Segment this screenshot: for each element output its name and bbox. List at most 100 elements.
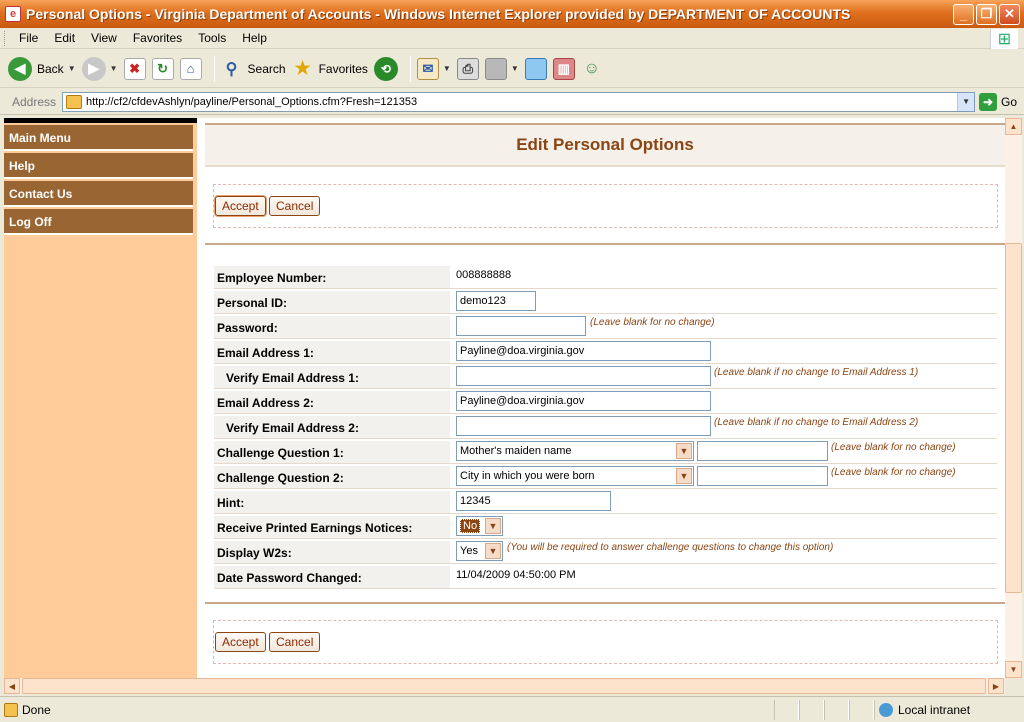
form-row-verify-email2: Verify Email Address 2: (Leave blank if … <box>214 414 997 439</box>
vertical-scrollbar[interactable]: ▲ ▼ <box>1005 118 1022 678</box>
forward-arrow-icon: ▶ <box>81 56 106 81</box>
mail-button[interactable]: ✉ ▼ <box>416 57 451 80</box>
refresh-icon: ↻ <box>151 57 174 80</box>
zone-label: Local intranet <box>898 702 971 717</box>
menu-help[interactable]: Help <box>234 31 275 45</box>
home-button[interactable]: ⌂ <box>179 57 202 80</box>
menu-file[interactable]: File <box>11 31 46 45</box>
accept-button[interactable]: Accept <box>215 196 266 216</box>
challenge2-label: Challenge Question 2: <box>214 466 450 488</box>
maximize-button[interactable]: ❐ <box>976 3 997 25</box>
stop-button[interactable]: ✖ <box>123 57 146 80</box>
status-cell <box>774 699 799 720</box>
title-bar: e Personal Options - Virginia Department… <box>0 0 1024 28</box>
scroll-up-icon[interactable]: ▲ <box>1005 118 1022 135</box>
email1-input[interactable]: Payline@doa.virginia.gov <box>456 341 711 361</box>
vertical-scroll-thumb[interactable] <box>1005 243 1022 593</box>
challenge1-answer-input[interactable] <box>697 441 828 461</box>
verify-email2-input[interactable] <box>456 416 711 436</box>
cancel-button[interactable]: Cancel <box>269 196 321 216</box>
forward-button[interactable]: ▶ ▼ <box>81 56 118 81</box>
window-title: Personal Options - Virginia Department o… <box>26 6 851 22</box>
form-row-challenge1: Challenge Question 1: Mother's maiden na… <box>214 439 997 464</box>
challenge2-answer-input[interactable] <box>697 466 828 486</box>
mail-dropdown-icon[interactable]: ▼ <box>443 64 451 73</box>
challenge2-select[interactable]: City in which you were born ▼ <box>456 466 694 486</box>
sidebar-item-help[interactable]: Help <box>4 153 193 179</box>
password-input[interactable] <box>456 316 586 336</box>
display-w2s-select[interactable]: Yes ▼ <box>456 541 503 561</box>
display-w2s-hint: (You will be required to answer challeng… <box>507 542 834 553</box>
windows-logo-icon: ⊞ <box>990 29 1018 49</box>
address-dropdown-icon[interactable]: ▼ <box>957 92 975 111</box>
challenge2-selected: City in which you were born <box>460 470 595 482</box>
intranet-globe-icon <box>879 702 893 717</box>
page-done-icon <box>4 702 18 717</box>
go-arrow-icon: ➜ <box>979 92 998 111</box>
hint-input[interactable]: 12345 <box>456 491 611 511</box>
forward-dropdown-icon[interactable]: ▼ <box>110 64 118 73</box>
research-icon: ▥ <box>552 57 575 80</box>
email2-label: Email Address 2: <box>214 391 450 413</box>
bottom-button-group: Accept Cancel <box>213 620 998 664</box>
challenge1-select[interactable]: Mother's maiden name ▼ <box>456 441 694 461</box>
history-button[interactable]: ⟲ <box>373 56 398 81</box>
employee-number-label: Employee Number: <box>214 266 450 288</box>
form-row-display-w2s: Display W2s: Yes ▼ (You will be required… <box>214 539 997 564</box>
search-button[interactable]: ⚲ Search <box>221 58 286 80</box>
email2-input[interactable]: Payline@doa.virginia.gov <box>456 391 711 411</box>
page-title: Edit Personal Options <box>516 135 694 154</box>
challenge2-hint: (Leave blank for no change) <box>831 467 956 478</box>
top-button-group: Accept Cancel <box>213 184 998 228</box>
display-w2s-label: Display W2s: <box>214 541 450 563</box>
status-cell <box>849 699 874 720</box>
divider <box>205 243 1005 245</box>
form-row-email1: Email Address 1: Payline@doa.virginia.go… <box>214 339 997 364</box>
verify-email1-hint: (Leave blank if no change to Email Addre… <box>714 367 919 378</box>
print-button[interactable]: ⎙ <box>456 57 479 80</box>
minimize-button[interactable]: _ <box>953 3 974 25</box>
back-button[interactable]: ◀ Back ▼ <box>8 56 76 81</box>
go-label: Go <box>1001 94 1018 109</box>
chevron-down-icon: ▼ <box>485 518 501 534</box>
sidebar-item-log-off[interactable]: Log Off <box>4 209 193 235</box>
verify-email2-label: Verify Email Address 2: <box>214 416 450 438</box>
home-icon: ⌂ <box>179 57 202 80</box>
security-zone[interactable]: Local intranet <box>874 699 1024 720</box>
refresh-button[interactable]: ↻ <box>151 57 174 80</box>
menu-view[interactable]: View <box>83 31 125 45</box>
sidebar-item-contact-us[interactable]: Contact Us <box>4 181 193 207</box>
scroll-down-icon[interactable]: ▼ <box>1005 661 1022 678</box>
research-button[interactable]: ▥ <box>552 57 575 80</box>
divider <box>205 602 1005 604</box>
chevron-down-icon: ▼ <box>676 443 692 459</box>
menu-favorites[interactable]: Favorites <box>125 31 190 45</box>
discuss-button[interactable] <box>524 57 547 80</box>
horizontal-scrollbar[interactable]: ◀ ▶ <box>4 678 1005 694</box>
cancel-button[interactable]: Cancel <box>269 632 321 652</box>
horizontal-scroll-thumb[interactable] <box>22 678 986 694</box>
favorites-button[interactable]: ★ Favorites <box>292 58 367 80</box>
toolbar: ◀ Back ▼ ▶ ▼ ✖ ↻ ⌂ ⚲ Search ★ Favorites … <box>0 50 1024 88</box>
personal-id-input[interactable]: demo123 <box>456 291 536 311</box>
go-button[interactable]: ➜ Go <box>979 92 1018 111</box>
sidebar-item-main-menu[interactable]: Main Menu <box>4 125 193 151</box>
messenger-button[interactable]: ☺ <box>581 58 603 80</box>
menu-tools[interactable]: Tools <box>190 31 234 45</box>
page-content: Main Menu Help Contact Us Log Off Edit P… <box>4 118 1005 678</box>
back-dropdown-icon[interactable]: ▼ <box>68 64 76 73</box>
address-label: Address <box>12 94 57 109</box>
date-password-changed-value: 11/04/2009 04:50:00 PM <box>456 569 576 581</box>
scroll-left-icon[interactable]: ◀ <box>4 678 20 694</box>
verify-email1-input[interactable] <box>456 366 711 386</box>
address-input[interactable]: http://cf2/cfdevAshlyn/payline/Personal_… <box>62 91 976 112</box>
accept-button[interactable]: Accept <box>215 632 266 652</box>
printed-notices-select[interactable]: No ▼ <box>456 516 503 536</box>
edit-dropdown-icon[interactable]: ▼ <box>511 64 519 73</box>
scroll-right-icon[interactable]: ▶ <box>988 678 1004 694</box>
edit-button[interactable]: ▼ <box>484 57 519 80</box>
toolbar-separator <box>409 55 411 82</box>
close-button[interactable]: ✕ <box>999 3 1020 25</box>
chevron-down-icon: ▼ <box>676 468 692 484</box>
menu-edit[interactable]: Edit <box>46 31 83 45</box>
